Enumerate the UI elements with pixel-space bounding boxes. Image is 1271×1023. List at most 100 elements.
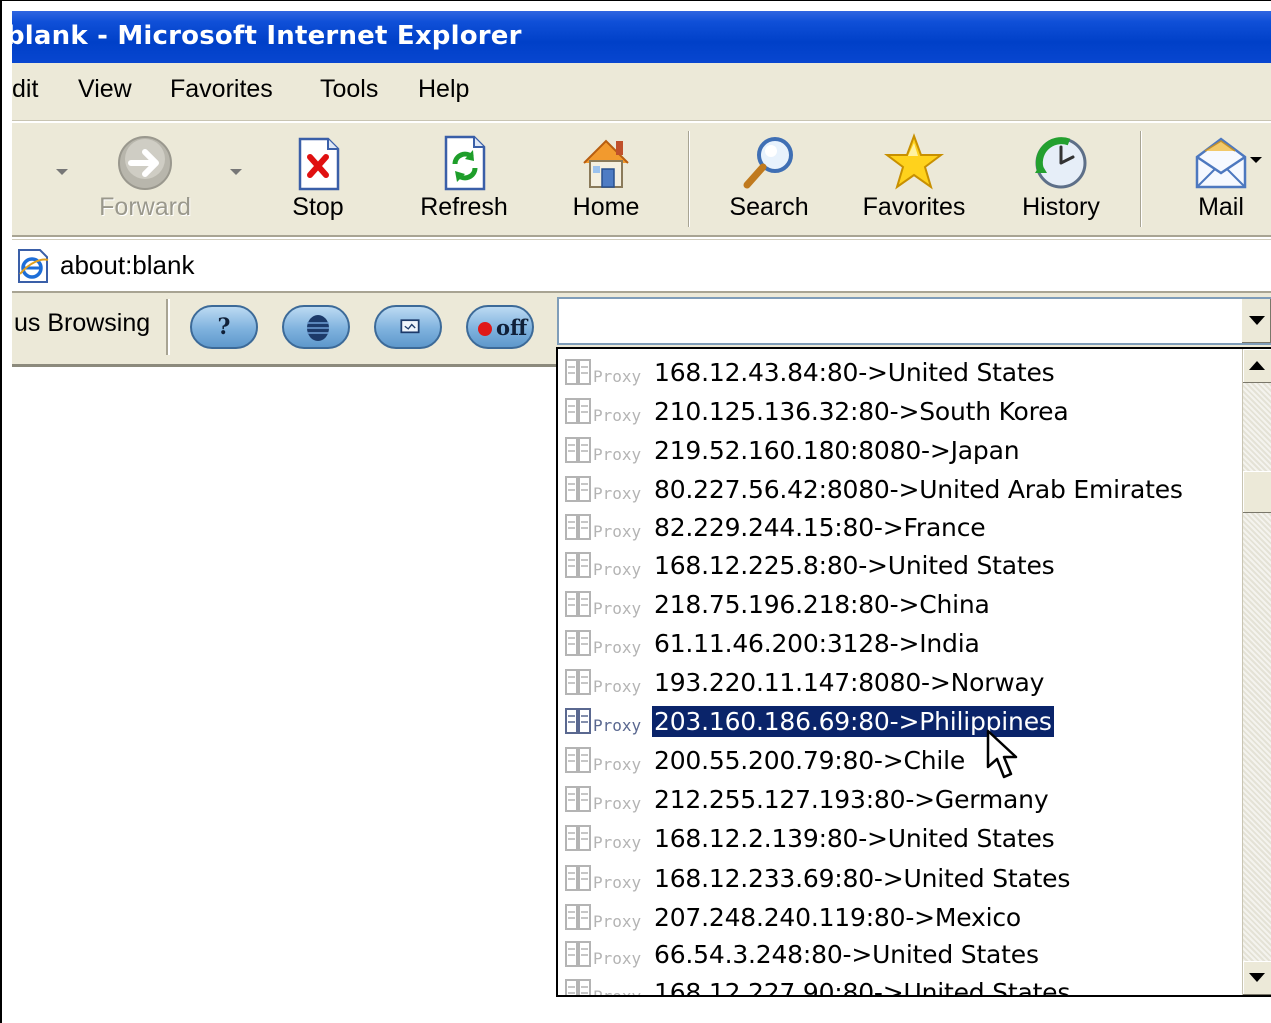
proxy-icon-text: Proxy — [593, 599, 642, 618]
proxy-server-icon: Proxy — [565, 708, 642, 735]
proxy-list-item-label: 168.12.2.139:80->United States — [654, 824, 1055, 853]
search-icon — [743, 137, 793, 189]
proxy-list-item-label: 61.11.46.200:3128->India — [654, 629, 980, 658]
favorites-label: Favorites — [862, 193, 966, 221]
proxy-server-icon: Proxy — [565, 825, 642, 852]
globe-pill-icon — [307, 315, 329, 341]
proxy-dropdown-list[interactable]: Proxy 168.12.43.84:80->United States Proxy… — [556, 347, 1271, 997]
proxy-list-item-label: 82.229.244.15:80->France — [654, 513, 986, 542]
forward-dropdown-icon[interactable] — [230, 169, 242, 175]
toolbar-separator — [1140, 131, 1142, 227]
proxy-list-item-label: 168.12.225.8:80->United States — [654, 551, 1055, 580]
proxy-icon-text: Proxy — [593, 484, 642, 503]
proxy-server-icon: Proxy — [565, 437, 642, 464]
proxy-list-item-label: 210.125.136.32:80->South Korea — [654, 397, 1069, 426]
menu-bar: dit View Favorites Tools Help — [12, 63, 1271, 121]
history-button[interactable]: History — [1006, 123, 1116, 233]
stop-icon — [298, 137, 340, 191]
window-title: blank - Microsoft Internet Explorer — [12, 21, 522, 51]
proxy-server-icon: Proxy — [565, 904, 642, 931]
proxy-icon-text: Proxy — [593, 873, 642, 892]
search-label: Search — [729, 193, 809, 221]
scroll-up-button[interactable] — [1243, 349, 1271, 383]
proxy-list-item-label: 207.248.240.119:80->Mexico — [654, 903, 1022, 932]
proxy-list-item-label: 212.255.127.193:80->Germany — [654, 785, 1049, 814]
help-pill-button[interactable]: ? — [190, 305, 258, 349]
proxy-icon-text: Proxy — [593, 949, 642, 968]
proxy-icon-text: Proxy — [593, 367, 642, 386]
proxy-icon-text: Proxy — [593, 716, 642, 735]
record-off-pill-icon: off — [496, 315, 528, 340]
proxy-server-icon: Proxy — [565, 514, 642, 541]
refresh-icon — [444, 135, 486, 191]
proxy-icon-text: Proxy — [593, 406, 642, 425]
chevron-up-icon — [1249, 361, 1265, 370]
mail-button[interactable]: Mail — [1176, 123, 1266, 233]
menu-view[interactable]: View — [78, 75, 132, 104]
proxy-list-item-label: 168.12.227.90:80->United States — [654, 978, 1071, 997]
history-label: History — [1022, 193, 1100, 221]
toolbar-separator — [688, 131, 690, 227]
menu-tools[interactable]: Tools — [320, 75, 378, 104]
proxy-select[interactable] — [557, 297, 1271, 345]
proxy-list-item-label: 200.55.200.79:80->Chile — [654, 746, 966, 775]
address-url: about:blank — [60, 250, 195, 280]
address-bar[interactable]: about:blank — [12, 239, 1271, 293]
scroll-down-button[interactable] — [1243, 961, 1271, 995]
proxy-server-icon: Proxy — [565, 865, 642, 892]
stop-label: Stop — [292, 193, 344, 221]
menu-help[interactable]: Help — [418, 75, 469, 104]
forward-button[interactable]: Forward — [82, 123, 208, 233]
scroll-thumb[interactable] — [1243, 471, 1271, 513]
home-label: Home — [572, 193, 640, 221]
proxy-server-icon: Proxy — [565, 552, 642, 579]
proxy-server-icon: Proxy — [565, 359, 642, 386]
refresh-button[interactable]: Refresh — [406, 123, 522, 233]
proxy-list-item-label: 168.12.43.84:80->United States — [654, 358, 1055, 387]
proxy-icon-text: Proxy — [593, 522, 642, 541]
proxy-list-item-label: 193.220.11.147:8080->Norway — [654, 668, 1045, 697]
mail-label: Mail — [1198, 193, 1244, 221]
proxy-select-dropdown-button[interactable] — [1241, 299, 1271, 343]
menu-favorites[interactable]: Favorites — [170, 75, 273, 104]
mail-dropdown-icon[interactable] — [1250, 157, 1262, 163]
chevron-down-icon — [1249, 973, 1265, 982]
window-pill-button[interactable] — [374, 305, 442, 349]
back-dropdown-icon[interactable] — [56, 169, 68, 175]
ie-page-icon — [18, 249, 49, 283]
dropdown-scrollbar[interactable] — [1242, 349, 1271, 995]
stop-button[interactable]: Stop — [266, 123, 370, 233]
proxy-server-icon: Proxy — [565, 979, 642, 997]
forward-label: Forward — [99, 193, 191, 221]
proxy-icon-text: Proxy — [593, 445, 642, 464]
favorites-star-icon — [884, 133, 944, 190]
proxy-icon-text: Proxy — [593, 912, 642, 931]
proxy-server-icon: Proxy — [565, 630, 642, 657]
proxy-icon-text: Proxy — [593, 987, 642, 997]
menu-edit[interactable]: dit — [12, 75, 38, 104]
proxy-icon-text: Proxy — [593, 560, 642, 579]
proxy-list-item-label: 219.52.160.180:8080->Japan — [654, 436, 1020, 465]
home-button[interactable]: Home — [556, 123, 656, 233]
forward-arrow-icon — [118, 136, 172, 190]
title-bar[interactable]: blank - Microsoft Internet Explorer — [12, 11, 1271, 63]
standard-toolbar: Forward Stop Refresh Home Search Favorit… — [12, 121, 1271, 237]
chevron-down-icon — [1249, 316, 1265, 325]
favorites-button[interactable]: Favorites — [848, 123, 980, 233]
proxy-server-icon: Proxy — [565, 476, 642, 503]
proxy-icon-text: Proxy — [593, 755, 642, 774]
globe-pill-button[interactable] — [282, 305, 350, 349]
proxy-list-item-label: 218.75.196.218:80->China — [654, 590, 990, 619]
proxy-icon-text: Proxy — [593, 638, 642, 657]
toolbar-separator — [166, 299, 170, 355]
mouse-cursor-icon — [986, 729, 1018, 779]
proxy-off-pill-button[interactable]: off — [466, 305, 534, 349]
proxy-icon-text: Proxy — [593, 794, 642, 813]
search-button[interactable]: Search — [714, 123, 824, 233]
record-dot-icon — [478, 322, 492, 336]
proxy-server-icon: Proxy — [565, 786, 642, 813]
ie-window: blank - Microsoft Internet Explorer dit … — [0, 0, 1271, 1023]
proxy-icon-text: Proxy — [593, 677, 642, 696]
proxy-list-item-label: 66.54.3.248:80->United States — [654, 940, 1039, 969]
history-icon — [1035, 137, 1087, 189]
